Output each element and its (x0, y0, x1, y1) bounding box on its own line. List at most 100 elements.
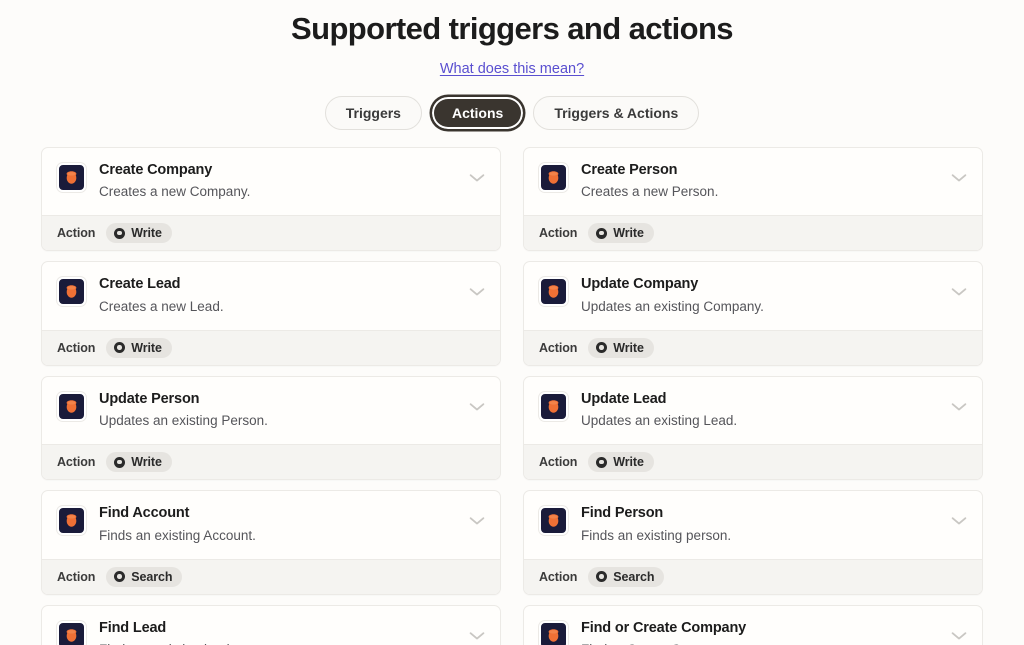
acorn-app-icon (57, 620, 86, 645)
capability-badge: Search (588, 566, 665, 587)
acorn-app-icon (57, 506, 86, 536)
action-card-title: Update Lead (581, 390, 667, 407)
action-card-text: Create Company Creates a new Company. (99, 161, 486, 202)
action-card[interactable]: Update Person Updates an existing Person… (41, 375, 501, 481)
action-card-description: Updates an existing Person. (99, 413, 268, 429)
chevron-down-icon[interactable] (469, 513, 485, 525)
capability-badge: Write (588, 337, 654, 358)
acorn-app-icon (539, 162, 568, 192)
action-card-text: Find Account Finds an existing Account. (99, 504, 486, 545)
action-card-body[interactable]: Update Lead Updates an existing Lead. (524, 377, 982, 444)
action-type-label: Action (57, 226, 96, 241)
record-dot-icon (596, 227, 608, 239)
action-card-description: Finds an existing person. (581, 527, 732, 543)
help-link-row: What does this mean? (0, 60, 1024, 78)
chevron-down-icon[interactable] (951, 284, 967, 296)
action-card-body[interactable]: Create Company Creates a new Company. (42, 148, 500, 215)
record-dot-icon (596, 456, 608, 468)
action-card-title: Create Person (581, 161, 678, 178)
action-card-footer: Action Write (524, 329, 982, 365)
chevron-down-icon[interactable] (951, 628, 967, 640)
action-card-description: Finds an existing Account. (99, 527, 256, 543)
capability-badge: Write (106, 452, 172, 473)
record-dot-icon (114, 227, 126, 239)
capability-badge: Search (106, 566, 183, 587)
action-card-description: Finds an existing lead. (99, 641, 460, 645)
action-card-title: Find Person (581, 505, 664, 522)
action-type-label: Action (57, 569, 96, 584)
chevron-down-icon[interactable] (951, 513, 967, 525)
action-card[interactable]: Find Person Finds an existing person. Ac… (523, 490, 983, 595)
capability-badge: Write (588, 452, 654, 473)
action-card-text: Update Company Updates an existing Compa… (581, 275, 968, 316)
record-dot-icon (114, 456, 126, 468)
action-card[interactable]: Find Account Finds an existing Account. … (41, 490, 501, 595)
action-card-title: Update Company (581, 276, 699, 293)
capability-badge-label: Write (131, 455, 162, 470)
chevron-down-icon[interactable] (469, 170, 485, 182)
action-card-body[interactable]: Update Company Updates an existing Compa… (524, 262, 982, 329)
toggle-triggers-and-actions[interactable]: Triggers & Actions (533, 95, 700, 130)
record-dot-icon (114, 571, 126, 583)
chevron-down-icon[interactable] (951, 170, 967, 182)
action-card-description: Find or Create Company (581, 641, 942, 645)
page-title: Supported triggers and actions (291, 11, 733, 46)
chevron-down-icon[interactable] (469, 399, 485, 411)
supported-triggers-actions-page: Supported triggers and actions What does… (0, 0, 1024, 645)
action-card-description: Creates a new Company. (99, 184, 251, 200)
chevron-down-icon[interactable] (951, 399, 967, 411)
capability-badge-label: Write (131, 340, 162, 355)
action-card-description: Creates a new Lead. (99, 298, 224, 314)
action-card[interactable]: Find Lead Finds an existing lead. Action… (41, 604, 501, 645)
action-card-text: Create Person Creates a new Person. (581, 161, 968, 202)
capability-badge: Write (588, 223, 654, 244)
capability-badge-label: Search (613, 569, 655, 584)
action-card-body[interactable]: Find Person Finds an existing person. (524, 491, 982, 558)
action-card-description: Updates an existing Company. (581, 298, 764, 314)
action-card-title: Find Lead (99, 619, 167, 636)
action-card[interactable]: Create Company Creates a new Company. Ac… (41, 146, 501, 252)
action-card-text: Create Lead Creates a new Lead. (99, 275, 486, 316)
acorn-app-icon (57, 277, 86, 307)
action-card-body[interactable]: Create Lead Creates a new Lead. (42, 262, 500, 329)
action-card-body[interactable]: Find or Create Company Find or Create Co… (524, 606, 982, 645)
action-type-label: Action (57, 340, 96, 355)
chevron-down-icon[interactable] (469, 284, 485, 296)
action-card-body[interactable]: Find Account Finds an existing Account. (42, 491, 500, 558)
what-does-this-mean-link[interactable]: What does this mean? (440, 61, 584, 77)
action-card[interactable]: Create Person Creates a new Person. Acti… (523, 146, 983, 252)
action-card[interactable]: Update Company Updates an existing Compa… (523, 261, 983, 366)
record-dot-icon (596, 342, 608, 354)
action-card[interactable]: Create Lead Creates a new Lead. Action W… (41, 261, 501, 366)
action-type-label: Action (539, 226, 578, 241)
toggle-actions[interactable]: Actions (430, 95, 525, 130)
action-card-description: Updates an existing Lead. (581, 413, 738, 429)
action-card[interactable]: Update Lead Updates an existing Lead. Ac… (523, 375, 983, 481)
capability-badge-label: Search (131, 569, 173, 584)
acorn-app-icon (57, 162, 86, 192)
capability-badge-label: Write (613, 226, 644, 241)
action-card-footer: Action Write (42, 215, 500, 251)
capability-badge: Write (106, 337, 172, 358)
action-card-text: Update Person Updates an existing Person… (99, 390, 486, 431)
toggle-triggers[interactable]: Triggers (324, 95, 422, 130)
action-card[interactable]: Find or Create Company Find or Create Co… (523, 604, 983, 645)
action-card-body[interactable]: Create Person Creates a new Person. (524, 148, 982, 215)
chevron-down-icon[interactable] (469, 628, 485, 640)
action-card-text: Find Lead Finds an existing lead. (99, 619, 486, 645)
action-card-text: Find Person Finds an existing person. (581, 504, 968, 545)
capability-badge: Write (106, 223, 172, 244)
acorn-app-icon (539, 620, 568, 645)
action-card-footer: Action Write (42, 444, 500, 480)
action-card-title: Create Company (99, 161, 213, 178)
action-type-label: Action (539, 569, 578, 584)
action-card-body[interactable]: Update Person Updates an existing Person… (42, 377, 500, 444)
acorn-app-icon (539, 391, 568, 421)
action-card-footer: Action Search (42, 558, 500, 594)
action-card-footer: Action Write (524, 444, 982, 480)
capability-badge-label: Write (613, 455, 644, 470)
action-card-body[interactable]: Find Lead Finds an existing lead. (42, 606, 500, 645)
action-type-label: Action (539, 455, 578, 470)
action-card-footer: Action Search (524, 558, 982, 594)
action-card-title: Update Person (99, 390, 200, 407)
